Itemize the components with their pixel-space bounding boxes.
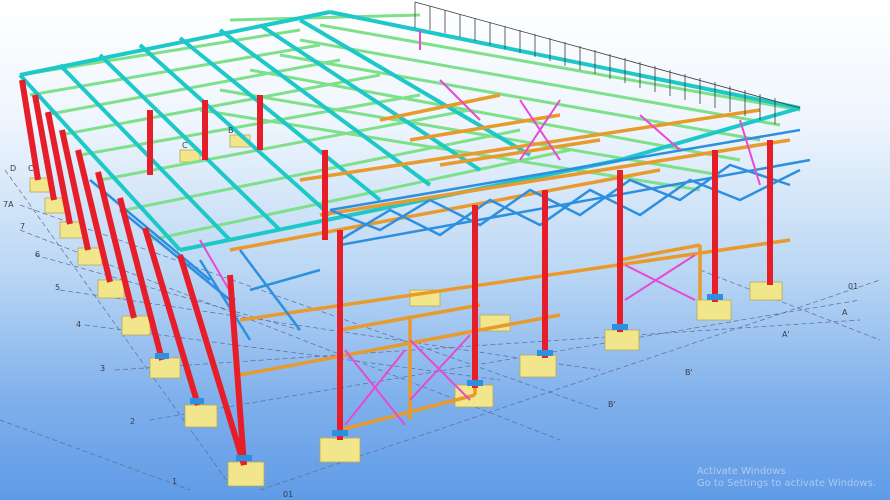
- columns: [19, 79, 773, 466]
- watermark-line-2: Go to Settings to activate Windows.: [696, 478, 876, 489]
- grid-label-3: 3: [100, 364, 105, 373]
- grid-label-7a: 7A: [3, 200, 14, 209]
- grid-label-d: D: [10, 164, 16, 173]
- grid-label-2: 2: [130, 417, 135, 426]
- activation-watermark: Activate Windows Go to Settings to activ…: [697, 466, 876, 490]
- structural-model-3d[interactable]: D C 7A 7 6 5 4 3 2 1 01 A A' B' B' 01 B …: [0, 0, 890, 500]
- roof-mark-b: B: [228, 126, 234, 135]
- parapet-frame: [414, 1, 801, 124]
- grid-label-a-prime: A': [782, 330, 790, 339]
- grid-label-1: 1: [172, 477, 177, 486]
- watermark-line-1: Activate Windows: [696, 466, 786, 477]
- grid-label-01-bottom: 01: [283, 490, 293, 499]
- roof-mark-c: C: [182, 141, 188, 150]
- grid-label-c: C: [28, 164, 34, 173]
- grid-label-6: 6: [35, 250, 40, 259]
- grid-label-5: 5: [55, 283, 60, 292]
- roof-rafters: [18, 10, 801, 252]
- footings: [29, 134, 783, 487]
- grid-label-01-right: 01: [848, 282, 858, 291]
- grid-label-a: A: [842, 308, 848, 317]
- grid-label-4: 4: [76, 320, 81, 329]
- grid-label-b-prime-1: B': [685, 368, 693, 377]
- model-viewport[interactable]: D C 7A 7 6 5 4 3 2 1 01 A A' B' B' 01 B …: [0, 0, 890, 500]
- grid-label-b-prime-2: B': [608, 400, 616, 409]
- grid-label-7: 7: [20, 222, 25, 231]
